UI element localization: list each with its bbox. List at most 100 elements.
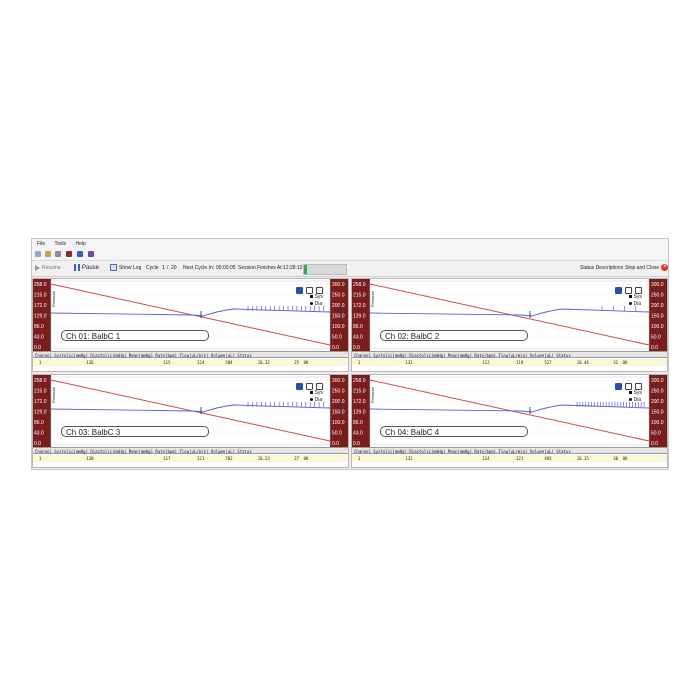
table-cell: 130 [86, 456, 94, 461]
dia-marker-icon [628, 302, 632, 306]
zoom-icon[interactable] [625, 287, 632, 294]
right-tick-label: 250.0 [332, 293, 345, 299]
fit-icon[interactable] [635, 287, 642, 294]
channel-name: Ch 01: BalbC 1 [61, 330, 209, 341]
show-log-button[interactable]: Show Log [110, 261, 141, 276]
cycle-label: Cycle [146, 265, 159, 271]
channel-panel-2: 258.0 215.0 172.0 129.0 86.0 43.0 0.0 300.0 250.… [351, 278, 668, 372]
left-tick-label: 215.0 [353, 293, 366, 299]
left-tick-label: 258.0 [353, 282, 366, 288]
left-axis-label: Pressure [51, 290, 56, 307]
legend-sys: Sys [314, 294, 323, 300]
left-tick-label: 129.0 [34, 314, 47, 320]
table-row[interactable]: 1 130 117 121 702 10.23 27 OK [33, 455, 348, 462]
open-icon[interactable] [45, 251, 51, 257]
right-tick-label: 150.0 [332, 314, 345, 320]
menu-file[interactable]: File [37, 241, 45, 247]
stop-close-button[interactable]: Stop and Close × [625, 261, 668, 276]
right-tick-label: 50.0 [651, 431, 661, 437]
table-cell: 136 [86, 360, 94, 365]
right-tick-label: 300.0 [332, 282, 345, 288]
record-icon[interactable] [66, 251, 72, 257]
right-tick-label: 250.0 [651, 293, 664, 299]
right-tick-label: 250.0 [332, 389, 345, 395]
right-tick-label: 150.0 [332, 410, 345, 416]
resume-label: Resume [42, 265, 61, 271]
table-cell: 25 [294, 360, 300, 365]
new-icon[interactable] [35, 251, 41, 257]
cycle-current: 1 [162, 265, 165, 271]
table-cell: 10.23 [257, 456, 270, 461]
right-axis-label: Rate [656, 401, 662, 410]
table-row[interactable]: 1 131 112 119 527 10.44 31 OK [352, 359, 667, 366]
left-tick-label: 172.0 [34, 303, 47, 309]
right-tick-label: 50.0 [651, 335, 661, 341]
plot-legend: Sys Dia [309, 294, 323, 308]
app-window: File Tools Help Resume Pause Show Log Cy… [31, 238, 669, 470]
right-tick-label: 100.0 [651, 420, 664, 426]
left-tick-label: 43.0 [353, 335, 363, 341]
print-icon[interactable] [55, 251, 61, 257]
legend-sys: Sys [633, 294, 642, 300]
left-tick-label: 43.0 [34, 335, 44, 341]
status-descriptions-button[interactable]: Status Descriptions [580, 261, 623, 276]
left-tick-label: 215.0 [34, 389, 47, 395]
channel-panel-3: 258.0 215.0 172.0 129.0 86.0 43.0 0.0 300.0 250.… [32, 374, 349, 468]
table-cell: OK [622, 456, 628, 461]
help-icon[interactable] [88, 251, 94, 257]
session-progress-bar [303, 264, 347, 275]
table-row[interactable]: 1 132 114 121 493 10.15 30 OK [352, 455, 667, 462]
menu-tools[interactable]: Tools [54, 241, 66, 247]
table-row[interactable]: 1 136 115 124 584 10.32 25 OK [33, 359, 348, 366]
plot-legend: Sys Dia [309, 390, 323, 404]
zoom-icon[interactable] [625, 383, 632, 390]
fit-icon[interactable] [635, 383, 642, 390]
legend-dia: Dia [633, 397, 642, 403]
settings-icon[interactable] [77, 251, 83, 257]
left-tick-label: 129.0 [34, 410, 47, 416]
results-table: Channel Systolic(mmHg) Diastolic(mmHg) M… [352, 351, 667, 371]
right-tick-label: 50.0 [332, 335, 342, 341]
left-tick-label: 215.0 [34, 293, 47, 299]
right-axis-label: Rate [337, 401, 343, 410]
table-cell: 10.32 [257, 360, 270, 365]
left-tick-label: 172.0 [353, 399, 366, 405]
table-cell: 31 [613, 360, 619, 365]
right-axis-label: Rate [656, 305, 662, 314]
pause-button[interactable]: Pause [74, 261, 99, 276]
pause-icon [74, 264, 80, 272]
results-table: Channel Systolic(mmHg) Diastolic(mmHg) M… [33, 447, 348, 467]
pause-label: Pause [82, 265, 100, 271]
channel-name: Ch 03: BalbC 3 [61, 426, 209, 437]
save-icon[interactable] [615, 287, 622, 294]
save-icon[interactable] [615, 383, 622, 390]
table-cell: 527 [544, 360, 552, 365]
table-cell: 112 [482, 360, 490, 365]
table-cell: 115 [163, 360, 171, 365]
channel-panel-1: 258.0 215.0 172.0 129.0 86.0 43.0 0.0 300.0 250.… [32, 278, 349, 372]
menu-help[interactable]: Help [76, 241, 86, 247]
table-cell: 117 [163, 456, 171, 461]
zoom-icon[interactable] [306, 287, 313, 294]
dia-marker-icon [628, 398, 632, 402]
save-icon[interactable] [296, 287, 303, 294]
table-cell: 119 [516, 360, 524, 365]
left-tick-label: 129.0 [353, 314, 366, 320]
right-tick-label: 300.0 [651, 282, 664, 288]
table-cell: 131 [405, 360, 413, 365]
legend-dia: Dia [633, 301, 642, 307]
plot-legend: Sys Dia [628, 390, 642, 404]
next-cycle-label: Next Cycle In: [183, 265, 215, 271]
zoom-icon[interactable] [306, 383, 313, 390]
channel-name: Ch 02: BalbC 2 [380, 330, 528, 341]
left-tick-label: 86.0 [353, 420, 363, 426]
save-icon[interactable] [296, 383, 303, 390]
fit-icon[interactable] [316, 383, 323, 390]
fit-icon[interactable] [316, 287, 323, 294]
session-toolbar: Resume Pause Show Log Cycle 1 / 20 Next … [32, 261, 668, 277]
show-log-label: Show Log [119, 265, 142, 271]
resume-button[interactable]: Resume [35, 261, 61, 276]
sys-marker-icon [628, 295, 632, 299]
table-cell: 27 [294, 456, 300, 461]
log-icon [110, 264, 117, 272]
